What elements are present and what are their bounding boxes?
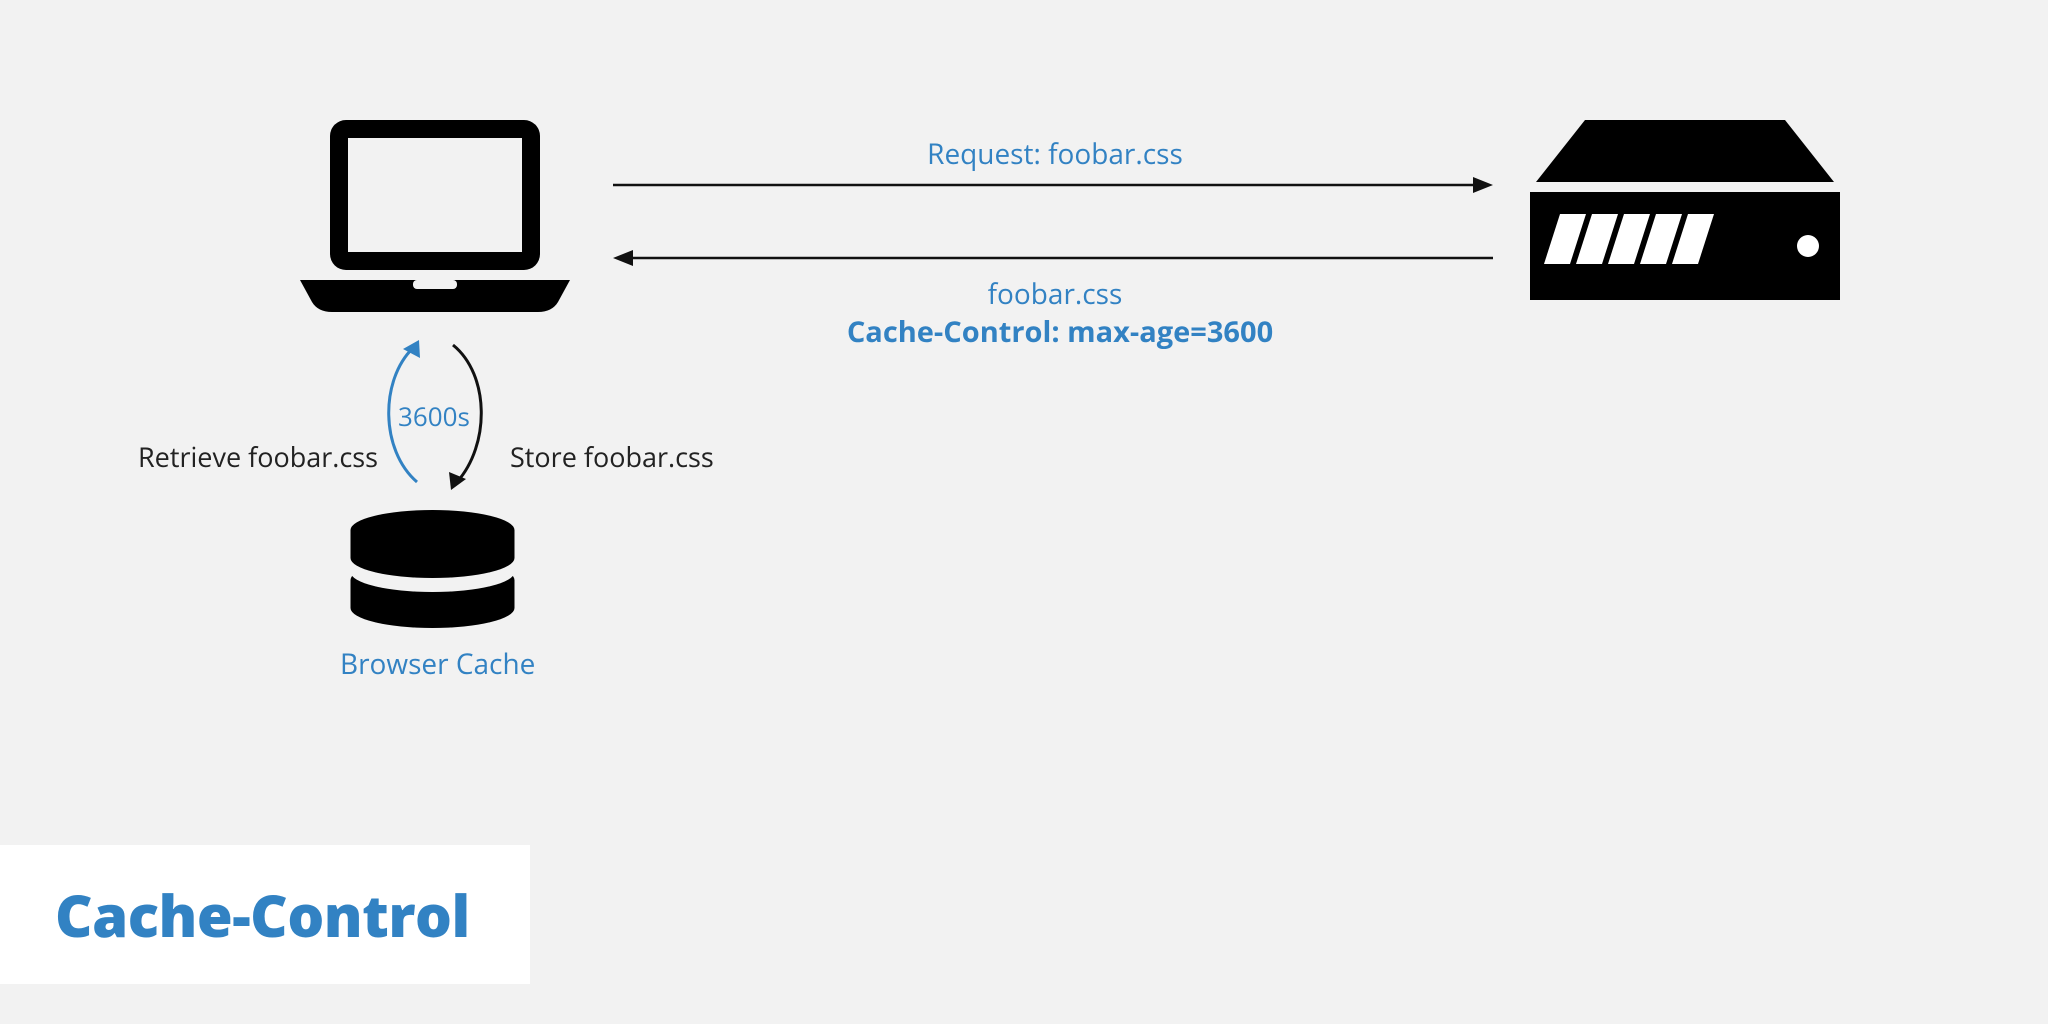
title-box: Cache-Control (0, 845, 530, 984)
disk-cache-icon (345, 510, 520, 630)
response-header-label: Cache-Control: max-age=3600 (650, 312, 1470, 351)
request-arrow (613, 175, 1493, 195)
retrieve-label: Retrieve foobar.css (138, 438, 378, 475)
diagram-title: Cache-Control (55, 875, 470, 954)
diagram-canvas: Request: foobar.css foobar.css Cache-Con… (0, 0, 2048, 1024)
response-arrow (613, 248, 1493, 268)
request-label: Request: foobar.css (740, 135, 1370, 173)
cache-label: Browser Cache (340, 645, 530, 683)
response-file-label: foobar.css (740, 275, 1370, 313)
server-icon (1530, 120, 1840, 310)
laptop-icon (300, 120, 570, 320)
store-label: Store foobar.css (510, 438, 714, 475)
ttl-label: 3600s (398, 398, 470, 434)
